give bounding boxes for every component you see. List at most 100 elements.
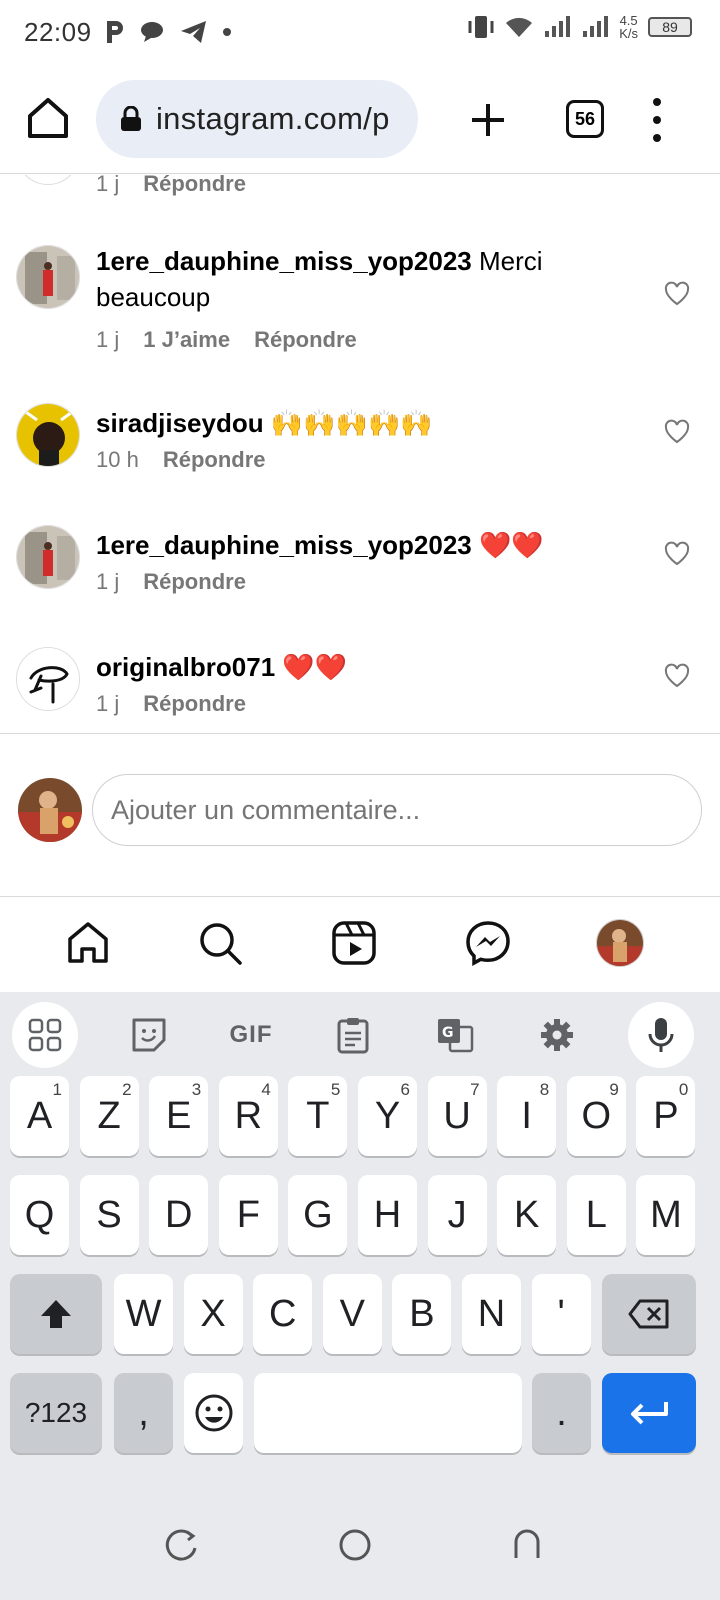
key-letter: D (164, 1193, 193, 1236)
comments-list[interactable]: 1 j Répondre 1ere_dauphine_miss_yop2023 … (0, 175, 720, 733)
tab-switcher-button[interactable]: 56 (566, 100, 604, 138)
comment-text: siradjiseydou 🙌🙌🙌🙌🙌 (96, 405, 656, 441)
translate-icon[interactable]: G (422, 1002, 488, 1068)
key-t[interactable]: T5 (288, 1076, 348, 1156)
telegram-icon (180, 21, 206, 43)
messenger-icon[interactable] (464, 919, 512, 967)
key-c[interactable]: C (253, 1274, 313, 1354)
comment-input[interactable] (92, 774, 702, 846)
key-j[interactable]: J (427, 1175, 487, 1255)
comment-time: 10 h (96, 447, 139, 472)
shift-key[interactable] (10, 1274, 102, 1354)
key-letter: L (585, 1193, 607, 1236)
key-k[interactable]: K (497, 1175, 557, 1255)
url-bar[interactable]: instagram.com/p (96, 80, 418, 158)
key-w[interactable]: W (114, 1274, 173, 1354)
key-letter: G (303, 1193, 333, 1236)
reply-button[interactable]: Répondre (254, 327, 357, 353)
back-nav-icon[interactable] (510, 1528, 544, 1562)
comma-key[interactable]: , (114, 1373, 173, 1453)
key-b[interactable]: B (392, 1274, 452, 1354)
comment-body: ❤️❤️ (479, 530, 544, 560)
reels-icon[interactable] (330, 919, 378, 967)
like-heart-icon[interactable] (664, 663, 690, 689)
shift-icon (41, 1300, 71, 1328)
new-tab-button[interactable] (468, 100, 508, 140)
avatar[interactable] (16, 525, 80, 589)
key-n[interactable]: N (462, 1274, 521, 1354)
key-o[interactable]: O9 (566, 1076, 626, 1156)
key-letter: P (653, 1094, 679, 1137)
comment-username[interactable]: originalbro071 (96, 652, 275, 682)
key-e[interactable]: E3 (149, 1076, 209, 1156)
browser-menu-button[interactable] (650, 98, 664, 142)
browser-home-button[interactable] (26, 96, 70, 140)
apps-grid-icon[interactable] (12, 1002, 78, 1068)
key-i[interactable]: I8 (497, 1076, 557, 1156)
profile-avatar[interactable] (596, 919, 644, 967)
key-letter: I (521, 1094, 532, 1137)
key-letter: K (514, 1193, 540, 1236)
key-v[interactable]: V (322, 1274, 382, 1354)
reply-button[interactable]: Répondre (143, 175, 246, 197)
sticker-icon[interactable] (116, 1002, 182, 1068)
wifi-icon (506, 17, 533, 37)
like-heart-icon[interactable] (664, 419, 690, 445)
status-time: 22:09 (24, 16, 92, 47)
emoji-key[interactable] (184, 1373, 243, 1453)
avatar[interactable] (16, 175, 80, 185)
enter-icon (631, 1402, 668, 1425)
key-z[interactable]: Z2 (79, 1076, 139, 1156)
like-heart-icon[interactable] (664, 541, 690, 567)
key-u[interactable]: U7 (427, 1076, 487, 1156)
status-bar: 22:09 4.5 K/s 89 (0, 0, 720, 64)
key-h[interactable]: H (358, 1175, 417, 1255)
key-number-hint: 1 (52, 1080, 62, 1099)
symbols-key[interactable]: ?123 (10, 1373, 102, 1453)
avatar[interactable] (16, 245, 80, 309)
clipboard-icon[interactable] (320, 1002, 386, 1068)
key-p[interactable]: P0 (636, 1076, 696, 1156)
space-key[interactable] (254, 1373, 522, 1453)
key-l[interactable]: L (566, 1175, 626, 1255)
settings-gear-icon[interactable] (524, 1002, 590, 1068)
key-letter: Z (97, 1094, 121, 1137)
reply-button[interactable]: Répondre (143, 691, 246, 717)
avatar[interactable] (16, 403, 80, 467)
key-letter: ' (557, 1292, 565, 1335)
enter-key[interactable] (602, 1373, 696, 1453)
key-g[interactable]: G (288, 1175, 348, 1255)
key-letter: . (556, 1391, 567, 1434)
search-icon[interactable] (196, 919, 244, 967)
key-r[interactable]: R4 (218, 1076, 278, 1156)
recent-apps-icon[interactable] (164, 1528, 198, 1562)
key-q[interactable]: Q (10, 1175, 69, 1255)
reply-button[interactable]: Répondre (163, 447, 266, 473)
comment-likes[interactable]: 1 J’aime (143, 327, 230, 353)
key-letter: S (96, 1193, 122, 1236)
comment-time: 1 j (96, 327, 120, 352)
key-y[interactable]: Y6 (358, 1076, 417, 1156)
key-f[interactable]: F (218, 1175, 278, 1255)
home-icon[interactable] (64, 919, 112, 967)
key-x[interactable]: X (183, 1274, 243, 1354)
gif-button[interactable]: GIF (218, 1002, 284, 1068)
like-heart-icon[interactable] (664, 281, 690, 307)
comment-username[interactable]: 1ere_dauphine_miss_yop2023 (96, 246, 472, 276)
key-letter: F (236, 1193, 260, 1236)
home-nav-icon[interactable] (338, 1528, 372, 1562)
comment-time: 1 j (96, 175, 120, 196)
key-d[interactable]: D (149, 1175, 209, 1255)
key-a[interactable]: A1 (10, 1076, 69, 1156)
key-apostrophe[interactable]: ' (531, 1274, 591, 1354)
comment-username[interactable]: 1ere_dauphine_miss_yop2023 (96, 530, 472, 560)
microphone-icon[interactable] (628, 1002, 694, 1068)
key-m[interactable]: M (636, 1175, 696, 1255)
reply-button[interactable]: Répondre (143, 569, 246, 595)
key-s[interactable]: S (79, 1175, 139, 1255)
backspace-key[interactable] (602, 1274, 696, 1354)
key-letter: , (138, 1391, 149, 1434)
period-key[interactable]: . (532, 1373, 591, 1453)
avatar[interactable] (16, 647, 80, 711)
comment-username[interactable]: siradjiseydou (96, 408, 264, 438)
